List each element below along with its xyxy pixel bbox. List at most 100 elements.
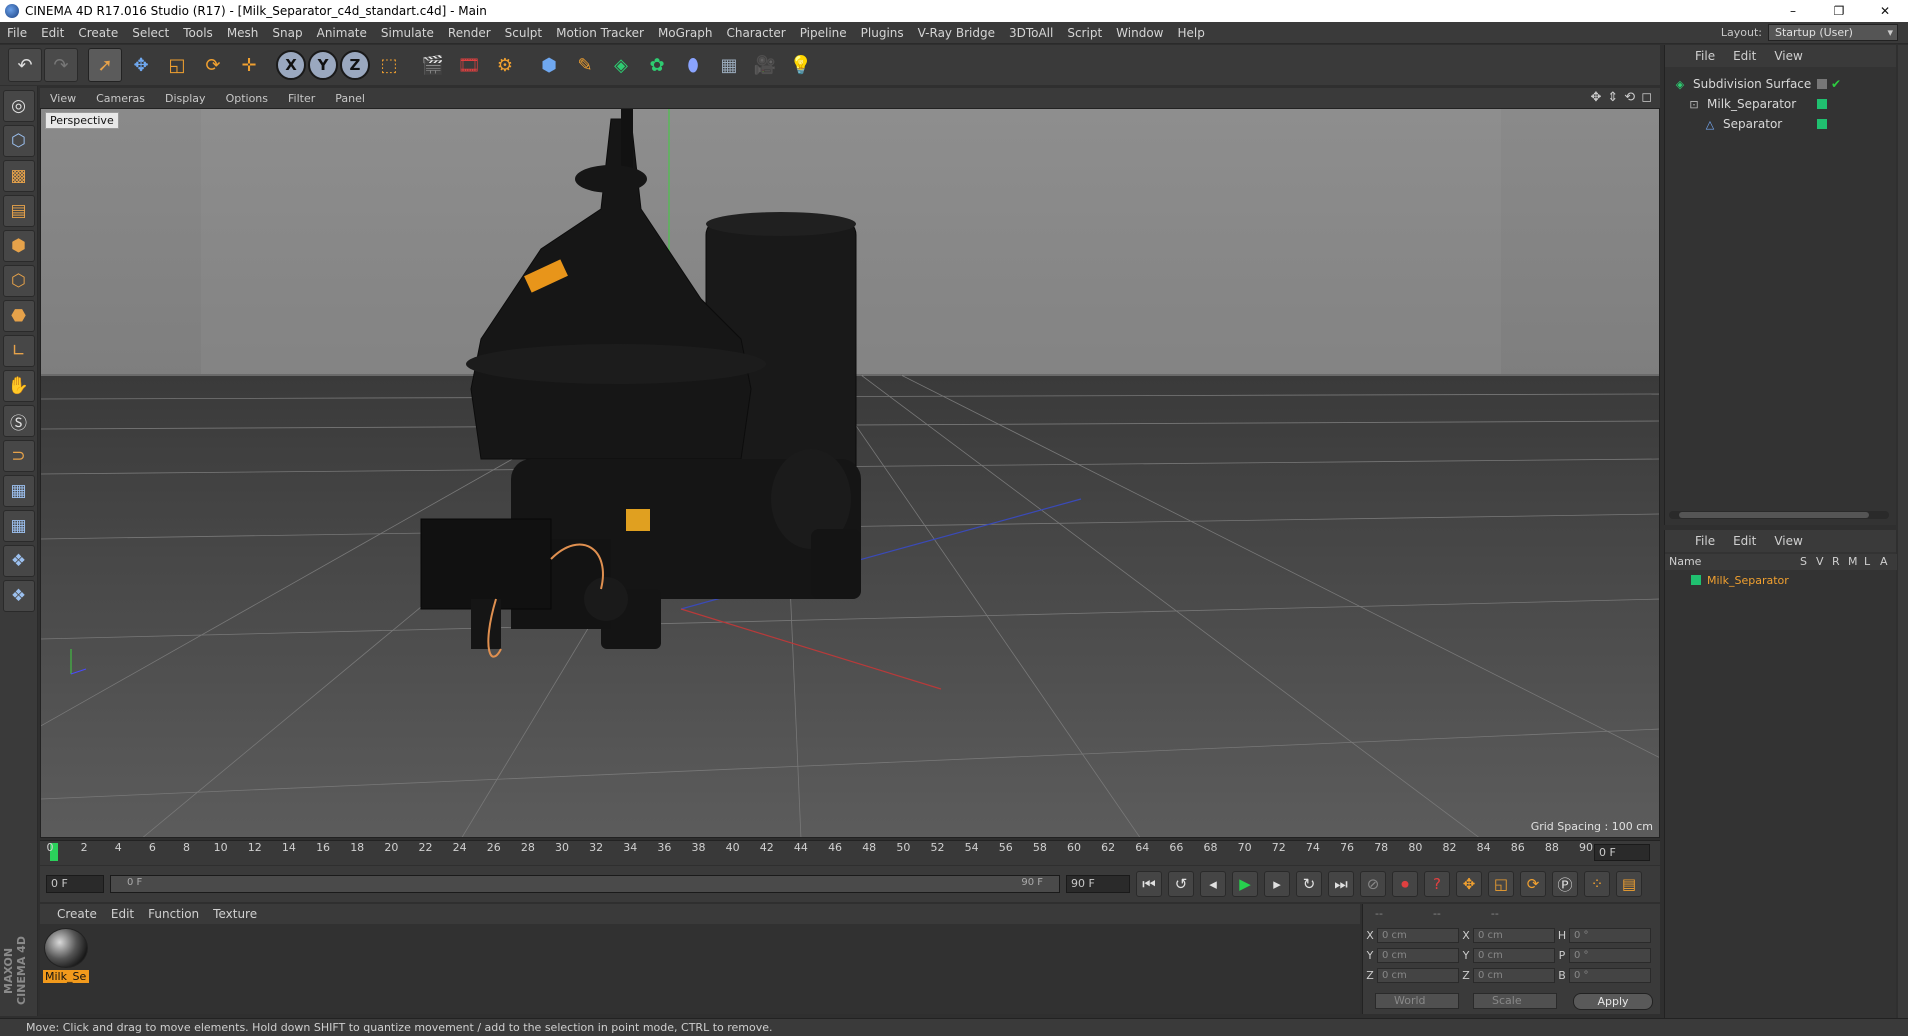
light-icon[interactable]: 💡 xyxy=(784,48,818,82)
menu-render[interactable]: Render xyxy=(441,26,498,40)
record-active-objects-icon[interactable]: ⏺ xyxy=(1392,871,1418,897)
menu-mesh[interactable]: Mesh xyxy=(220,26,266,40)
go-to-end-icon[interactable]: ⏭ xyxy=(1328,871,1354,897)
viewport-menu-display[interactable]: Display xyxy=(155,92,216,105)
end-frame-field[interactable]: 90 F xyxy=(1066,875,1130,893)
layer-name[interactable]: Milk_Separator xyxy=(1707,574,1789,587)
object-menu-edit[interactable]: Edit xyxy=(1725,49,1764,63)
restore-button[interactable]: ❐ xyxy=(1816,0,1862,22)
menu-edit[interactable]: Edit xyxy=(34,26,71,40)
menu-help[interactable]: Help xyxy=(1170,26,1211,40)
column-locked[interactable]: L xyxy=(1864,555,1870,568)
next-key-icon[interactable]: ↻ xyxy=(1296,871,1322,897)
viewport-menu-panel[interactable]: Panel xyxy=(325,92,375,105)
position-z-field[interactable]: 0 cm xyxy=(1377,967,1459,983)
layout-select[interactable]: Startup (User) xyxy=(1768,24,1898,41)
maximize-view-icon[interactable]: ◻ xyxy=(1641,90,1652,105)
redo-icon[interactable]: ↷ xyxy=(44,48,78,82)
viewport-menu-cameras[interactable]: Cameras xyxy=(86,92,155,105)
rotation-p-field[interactable]: 0 ° xyxy=(1569,947,1651,963)
column-render[interactable]: R xyxy=(1832,555,1840,568)
menu-animate[interactable]: Animate xyxy=(310,26,374,40)
layer-menu-file[interactable]: File xyxy=(1687,534,1723,548)
object-name[interactable]: Separator xyxy=(1723,117,1782,131)
points-mode-icon[interactable]: ⬢ xyxy=(2,230,35,262)
deformer-icon[interactable]: ⬮ xyxy=(676,48,710,82)
next-frame-icon[interactable]: ▸ xyxy=(1264,871,1290,897)
undo-icon[interactable]: ↶ xyxy=(8,48,42,82)
timeline-window-icon[interactable]: ▤ xyxy=(1616,871,1642,897)
viewport-menu-options[interactable]: Options xyxy=(216,92,278,105)
object-menu-file[interactable]: File xyxy=(1687,49,1723,63)
workplane-mode-icon[interactable]: ▤ xyxy=(2,195,35,227)
key-scale-icon[interactable]: ◱ xyxy=(1488,871,1514,897)
previous-frame-icon[interactable]: ◂ xyxy=(1200,871,1226,897)
layer-color-tag[interactable] xyxy=(1817,119,1827,129)
scale-tool-icon[interactable]: ◱ xyxy=(160,48,194,82)
position-x-field[interactable]: 0 cm xyxy=(1377,927,1459,943)
size-x-field[interactable]: 0 cm xyxy=(1473,927,1555,943)
column-name[interactable]: Name xyxy=(1669,555,1701,568)
menu-snap[interactable]: Snap xyxy=(265,26,309,40)
rotation-h-field[interactable]: 0 ° xyxy=(1569,927,1651,943)
material-menu-texture[interactable]: Texture xyxy=(206,907,264,921)
soft-selection-icon[interactable]: Ⓢ xyxy=(2,405,35,437)
menu-vray-bridge[interactable]: V-Ray Bridge xyxy=(911,26,1002,40)
enabled-check-icon[interactable]: ✔ xyxy=(1831,77,1841,91)
key-position-icon[interactable]: ✥ xyxy=(1456,871,1482,897)
column-solo[interactable]: S xyxy=(1800,555,1807,568)
menu-pipeline[interactable]: Pipeline xyxy=(793,26,854,40)
menu-character[interactable]: Character xyxy=(719,26,792,40)
autokeying-icon[interactable]: ? xyxy=(1424,871,1450,897)
key-rotation-icon[interactable]: ⟳ xyxy=(1520,871,1546,897)
workplane-lock-icon[interactable]: ▦ xyxy=(2,475,35,507)
snapping-icon[interactable]: ⊃ xyxy=(2,440,35,472)
layer-menu-edit[interactable]: Edit xyxy=(1725,534,1764,548)
coordinate-space-select[interactable]: World xyxy=(1375,993,1459,1009)
orbit-view-icon[interactable]: ⟲ xyxy=(1624,90,1635,105)
layer-color-tag[interactable] xyxy=(1817,99,1827,109)
make-editable-icon[interactable]: ◎ xyxy=(2,90,35,122)
menu-file[interactable]: File xyxy=(0,26,34,40)
object-row-separator[interactable]: △ Separator xyxy=(1665,115,1897,133)
mograph-cloner-icon[interactable]: ✿ xyxy=(640,48,674,82)
coordinate-mode-select[interactable]: Scale xyxy=(1473,993,1557,1009)
camera-icon[interactable]: 🎥 xyxy=(748,48,782,82)
spline-pen-icon[interactable]: ✎ xyxy=(568,48,602,82)
timeline-ruler[interactable]: 0 2 4 6 8 10 12 14 16 18 20 22 24 26 28 30 32 34 36 38 40 42 4… xyxy=(40,840,1660,865)
key-pla-icon[interactable]: ⁘ xyxy=(1584,871,1610,897)
record-position-icon[interactable]: ⊘ xyxy=(1360,871,1386,897)
material-preview-swatch[interactable] xyxy=(44,928,88,968)
x-axis-lock-icon[interactable]: X xyxy=(276,50,306,80)
cube-object-icon[interactable]: ⬢ xyxy=(532,48,566,82)
size-y-field[interactable]: 0 cm xyxy=(1473,947,1555,963)
python-script-icon[interactable]: ❖ xyxy=(2,545,35,577)
menu-mograph[interactable]: MoGraph xyxy=(651,26,720,40)
viewport-menu-filter[interactable]: Filter xyxy=(278,92,325,105)
polygons-mode-icon[interactable]: ⬣ xyxy=(2,300,35,332)
camera-label[interactable]: Perspective xyxy=(45,112,119,129)
apply-button[interactable]: Apply xyxy=(1573,993,1653,1010)
planar-workplane-icon[interactable]: ▦ xyxy=(2,510,35,542)
right-tab-strip[interactable] xyxy=(1898,45,1908,1025)
layer-menu-view[interactable]: View xyxy=(1766,534,1810,548)
edges-mode-icon[interactable]: ⬡ xyxy=(2,265,35,297)
coordinate-system-icon[interactable]: ⬚ xyxy=(372,48,406,82)
preview-range-slider[interactable]: 0 F 90 F xyxy=(110,875,1060,893)
menu-sculpt[interactable]: Sculpt xyxy=(498,26,549,40)
minimize-button[interactable]: – xyxy=(1770,0,1816,22)
column-visible[interactable]: V xyxy=(1816,555,1824,568)
play-icon[interactable]: ▶ xyxy=(1232,871,1258,897)
menu-simulate[interactable]: Simulate xyxy=(374,26,441,40)
layer-row[interactable]: Milk_Separator xyxy=(1665,572,1897,588)
object-manager-scrollbar[interactable] xyxy=(1669,511,1889,519)
menu-plugins[interactable]: Plugins xyxy=(854,26,911,40)
pan-view-icon[interactable]: ✥ xyxy=(1590,90,1601,105)
object-menu-view[interactable]: View xyxy=(1766,49,1810,63)
rotate-tool-icon[interactable]: ⟳ xyxy=(196,48,230,82)
z-axis-lock-icon[interactable]: Z xyxy=(340,50,370,80)
menu-window[interactable]: Window xyxy=(1109,26,1170,40)
column-manager[interactable]: M xyxy=(1848,555,1858,568)
object-name[interactable]: Subdivision Surface xyxy=(1693,77,1811,91)
floor-scene-icon[interactable]: ▦ xyxy=(712,48,746,82)
